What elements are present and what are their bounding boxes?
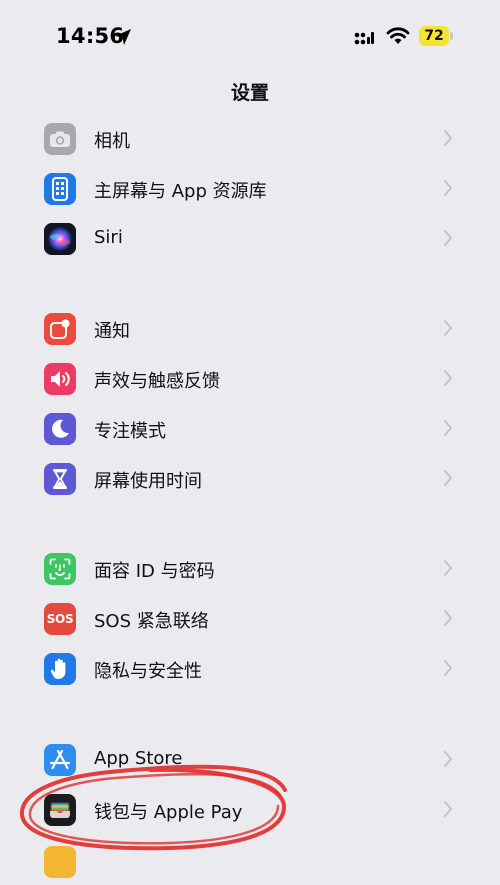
privacy-hand-icon — [44, 653, 76, 685]
settings-row-label: 专注模式 — [94, 421, 166, 442]
settings-row-siri[interactable]: Siri — [0, 214, 500, 264]
settings-row-privacy[interactable]: 隐私与安全性 — [0, 644, 500, 694]
partial-row-icon — [44, 846, 76, 878]
chevron-right-icon — [444, 420, 453, 436]
chevron-right-icon — [444, 320, 453, 336]
chevron-right-icon — [444, 560, 453, 576]
wifi-icon — [386, 27, 410, 44]
settings-row-focus[interactable]: 专注模式 — [0, 404, 500, 454]
settings-row-notifications[interactable]: 通知 — [0, 304, 500, 354]
sounds-icon — [44, 363, 76, 395]
settings-row-partial[interactable] — [0, 835, 500, 885]
home-screen-icon — [44, 173, 76, 205]
face-id-icon — [44, 553, 76, 585]
focus-moon-icon — [44, 413, 76, 445]
settings-group-2: 通知 声效与触感反馈 专注模式 屏幕使用时间 — [0, 304, 500, 504]
settings-row-sos[interactable]: SOS SOS 紧急联络 — [0, 594, 500, 644]
camera-icon — [44, 123, 76, 155]
chevron-right-icon — [444, 130, 453, 146]
chevron-right-icon — [444, 610, 453, 626]
battery-level: 72 — [424, 28, 444, 44]
chevron-right-icon — [444, 180, 453, 196]
notifications-icon — [44, 313, 76, 345]
page-title: 设置 — [230, 82, 269, 104]
battery-tip — [450, 32, 453, 40]
settings-row-label: 通知 — [94, 321, 130, 342]
settings-row-label: 隐私与安全性 — [94, 661, 202, 682]
siri-icon — [44, 223, 76, 255]
chevron-right-icon — [444, 470, 453, 486]
chevron-right-icon — [444, 230, 453, 246]
settings-row-screen-time[interactable]: 屏幕使用时间 — [0, 454, 500, 504]
settings-row-home-screen[interactable]: 主屏幕与 App 资源库 — [0, 164, 500, 214]
battery-indicator: 72 — [419, 26, 449, 46]
cellular-signal-icon — [354, 32, 374, 45]
settings-row-label: Siri — [94, 227, 123, 248]
settings-row-label: 主屏幕与 App 资源库 — [94, 181, 267, 202]
settings-row-label: 钱包与 Apple Pay — [94, 802, 243, 823]
settings-row-app-store[interactable]: App Store — [0, 735, 500, 785]
location-arrow-icon — [115, 29, 131, 45]
sos-icon: SOS — [44, 603, 76, 635]
chevron-right-icon — [444, 370, 453, 386]
settings-row-face-id[interactable]: 面容 ID 与密码 — [0, 544, 500, 594]
sos-icon-text: SOS — [46, 612, 74, 626]
settings-group-4: App Store 钱包与 Apple Pay — [0, 735, 500, 885]
settings-row-label: 屏幕使用时间 — [94, 471, 202, 492]
screen-time-hourglass-icon — [44, 463, 76, 495]
settings-row-camera[interactable]: 相机 — [0, 114, 500, 164]
settings-row-sounds[interactable]: 声效与触感反馈 — [0, 354, 500, 404]
settings-row-label: SOS 紧急联络 — [94, 611, 209, 632]
chevron-right-icon — [444, 801, 453, 817]
settings-row-label: 相机 — [94, 131, 130, 152]
chevron-right-icon — [444, 751, 453, 767]
settings-row-label: 声效与触感反馈 — [94, 371, 220, 392]
settings-row-label: 面容 ID 与密码 — [94, 561, 215, 582]
settings-group-1: 相机 主屏幕与 App 资源库 Siri — [0, 114, 500, 264]
settings-row-label: App Store — [94, 748, 183, 769]
chevron-right-icon — [444, 660, 453, 676]
settings-group-3: 面容 ID 与密码 SOS SOS 紧急联络 隐私与安全性 — [0, 544, 500, 694]
app-store-icon — [44, 744, 76, 776]
status-bar: 14:56 72 — [0, 0, 500, 70]
settings-row-wallet[interactable]: 钱包与 Apple Pay — [0, 785, 500, 835]
wallet-icon — [44, 794, 76, 826]
